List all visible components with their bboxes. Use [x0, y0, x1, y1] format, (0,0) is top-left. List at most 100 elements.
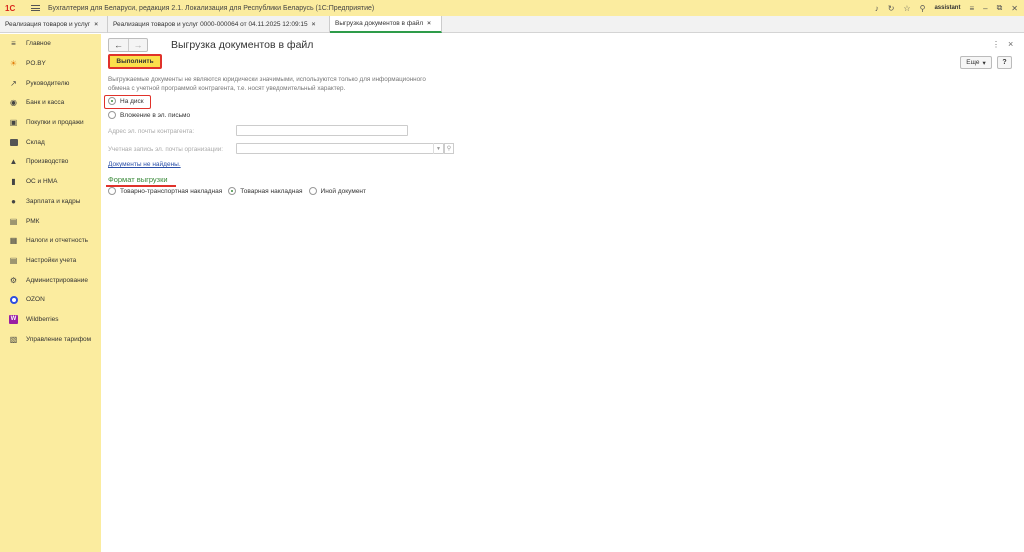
sidebar-item-label: Управление тарифом	[26, 335, 92, 343]
forward-arrow-icon[interactable]: →	[128, 39, 147, 51]
titlebar-tools: ♪ ↻ ☆ ⚲ assistant ≡ – ⧉ ✕	[875, 0, 1018, 16]
email-address-field[interactable]	[236, 125, 408, 136]
radio-unchecked[interactable]	[108, 111, 116, 119]
chevron-down-icon: ▾	[982, 59, 986, 67]
main-menu-icon[interactable]	[31, 4, 40, 13]
sidebar-item-taxes[interactable]: ▦ Налоги и отчетность	[0, 231, 101, 251]
close-tab-icon[interactable]: ×	[427, 20, 431, 27]
radio-label: Вложение в эл. письмо	[120, 111, 191, 119]
more-actions-icon[interactable]: ⋮	[992, 40, 1000, 49]
sidebar-item-poby[interactable]: ☀ PO.BY	[0, 54, 101, 74]
sidebar-item-fixed-assets[interactable]: ▮ ОС и НМА	[0, 172, 101, 192]
help-button[interactable]: ?	[997, 56, 1012, 69]
history-icon[interactable]: ↻	[888, 4, 895, 13]
sidebar-item-wildberries[interactable]: W Wildberries	[0, 310, 101, 330]
sidebar-item-bank[interactable]: ◉ Банк и касса	[0, 93, 101, 113]
radio-email-attachment[interactable]: Вложение в эл. письмо	[108, 111, 190, 119]
sidebar-item-tariff[interactable]: ▧ Управление тарифом	[0, 329, 101, 349]
info-notice: Выгружаемые документы не являются юридич…	[108, 76, 426, 92]
tab-sales-document[interactable]: Реализация товаров и услуг 0000-000064 о…	[108, 16, 330, 33]
bell-icon[interactable]: ♪	[875, 4, 879, 13]
radio-checked[interactable]	[228, 187, 237, 195]
email-address-label: Адрес эл. почты контрагента:	[108, 128, 195, 135]
wildberries-icon: W	[9, 314, 18, 324]
trend-icon: ↗	[10, 78, 17, 88]
radio-unchecked[interactable]	[308, 187, 317, 195]
radio-label: Товарно-транспортная накладная	[120, 187, 223, 195]
sidebar-item-label: Руководителю	[26, 79, 70, 87]
page-title: Выгрузка документов в файл	[171, 39, 314, 51]
sidebar-item-label: PO.BY	[26, 60, 46, 68]
sidebar-item-label: ОС и НМА	[26, 178, 58, 186]
more-button[interactable]: Еще ▾	[960, 56, 992, 69]
sidebar-item-manager[interactable]: ↗ Руководителю	[0, 73, 101, 93]
ozon-icon	[9, 295, 18, 304]
warehouse-icon	[9, 138, 18, 147]
sidebar-item-accounting-settings[interactable]: ▤ Настройки учета	[0, 251, 101, 271]
truck-icon: ▮	[11, 177, 16, 187]
tab-label: Выгрузка документов в файл	[335, 20, 424, 27]
sidebar-item-label: Налоги и отчетность	[26, 237, 89, 245]
radio-format-tn[interactable]: Товарная накладная	[228, 187, 303, 195]
radio-format-other[interactable]: Иной документ	[308, 187, 366, 195]
format-section-title: Формат выгрузки	[108, 175, 168, 184]
report-icon: ▦	[9, 236, 18, 246]
sidebar-item-label: Склад	[26, 138, 45, 146]
gear-icon: ⚙	[9, 275, 18, 285]
radio-checked[interactable]	[108, 97, 116, 105]
sidebar-item-label: OZON	[26, 296, 45, 304]
open-link-icon[interactable]: ⚲	[444, 143, 454, 154]
sidebar-item-label: Производство	[26, 158, 69, 166]
sidebar-item-ozon[interactable]: OZON	[0, 290, 101, 310]
sidebar-item-warehouse[interactable]: Склад	[0, 132, 101, 152]
nav-buttons: ← →	[108, 38, 148, 52]
email-account-label: Учетная запись эл. почты организации:	[108, 146, 223, 153]
radio-unchecked[interactable]	[108, 187, 116, 195]
cart-icon: ▣	[9, 118, 18, 128]
dropdown-arrow-icon[interactable]: ▼	[433, 143, 443, 154]
radio-format-ttn[interactable]: Товарно-транспортная накладная	[108, 187, 222, 195]
restore-icon[interactable]: ⧉	[997, 3, 1003, 13]
grid-icon: ▧	[9, 334, 18, 344]
app-logo: 1С	[5, 3, 16, 13]
sidebar-item-pos[interactable]: ▤ РМК	[0, 211, 101, 231]
star-icon[interactable]: ☆	[903, 4, 910, 13]
sidebar-item-administration[interactable]: ⚙ Администрирование	[0, 270, 101, 290]
sidebar-item-label: РМК	[26, 217, 40, 225]
sidebar-item-purchases-sales[interactable]: ▣ Покупки и продажи	[0, 113, 101, 133]
radio-label: Товарная накладная	[240, 187, 303, 195]
close-tab-icon[interactable]: ×	[312, 21, 316, 28]
sidebar-item-label: Wildberries	[26, 315, 59, 323]
tab-label: Реализация товаров и услуг 0000-000064 о…	[113, 21, 308, 28]
coin-icon: ◉	[10, 98, 17, 108]
list-icon: ▤	[9, 255, 18, 265]
tab-strip: Реализация товаров и услуг × Реализация …	[0, 16, 1024, 33]
menu-icon: ≡	[11, 39, 16, 49]
sidebar-item-label: Администрирование	[26, 276, 88, 284]
minimize-icon[interactable]: –	[983, 4, 987, 13]
sidebar-item-label: Главное	[26, 40, 51, 48]
tab-label: Реализация товаров и услуг	[5, 21, 91, 28]
documents-link[interactable]: Документы не найдены.	[108, 161, 181, 168]
settings-menu-icon[interactable]: ≡	[969, 4, 974, 13]
format-options: Товарно-транспортная накладная Товарная …	[108, 187, 366, 195]
sidebar-item-main[interactable]: ≡ Главное	[0, 34, 101, 54]
tab-export-documents[interactable]: Выгрузка документов в файл ×	[330, 16, 442, 33]
execute-button[interactable]: Выполнить	[108, 54, 162, 69]
sidebar-item-salary[interactable]: ● Зарплата и кадры	[0, 192, 101, 212]
sidebar-item-production[interactable]: ▲ Производство	[0, 152, 101, 172]
title-bar: 1С Бухгалтерия для Беларуси, редакция 2.…	[0, 0, 1024, 16]
radio-to-disk[interactable]: На диск	[108, 97, 144, 105]
tab-sales-list[interactable]: Реализация товаров и услуг ×	[0, 16, 108, 33]
search-icon[interactable]: ⚲	[920, 4, 926, 13]
app-title: Бухгалтерия для Беларуси, редакция 2.1. …	[48, 4, 375, 12]
email-account-field[interactable]	[236, 143, 444, 154]
close-form-icon[interactable]: ×	[1008, 39, 1013, 49]
close-tab-icon[interactable]: ×	[94, 21, 98, 28]
sidebar-item-label: Настройки учета	[26, 256, 77, 264]
user-name[interactable]: assistant	[934, 5, 960, 11]
back-arrow-icon[interactable]: ←	[109, 39, 128, 51]
sidebar-item-label: Зарплата и кадры	[26, 197, 81, 205]
radio-label: На диск	[120, 97, 144, 105]
close-window-icon[interactable]: ✕	[1011, 4, 1018, 13]
